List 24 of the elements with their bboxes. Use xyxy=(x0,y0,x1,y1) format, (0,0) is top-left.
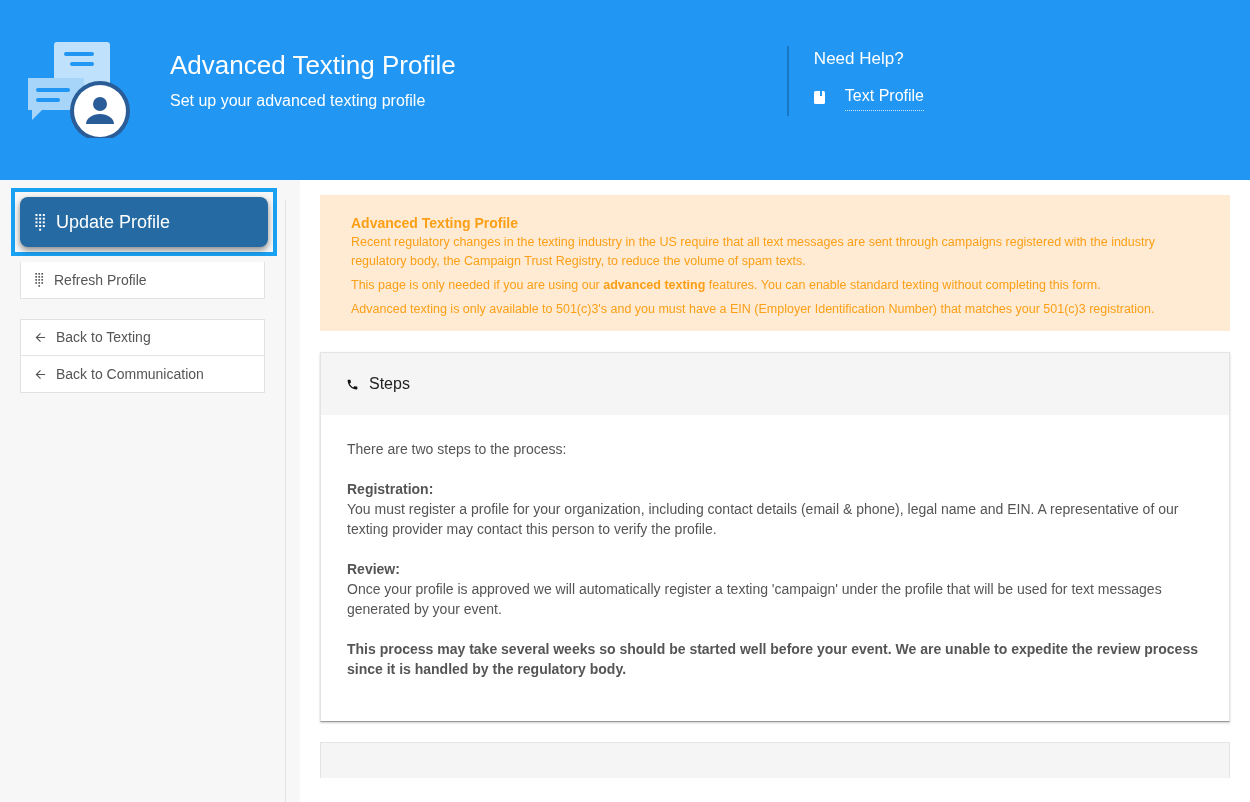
dialpad-icon xyxy=(35,273,44,287)
dialpad-icon xyxy=(35,213,46,231)
panel-title: Steps xyxy=(369,374,410,394)
notice-text: Recent regulatory changes in the texting industry in the US require that all text messages are sent through campaigns registered with the industry regulatory body, the Campaign Trust Registry, to reduce the volume of spam texts. xyxy=(351,234,1156,270)
steps-intro: There are two steps to the process: xyxy=(347,440,568,459)
sidebar-item[interactable]: Refresh Profile xyxy=(20,262,265,299)
arrow-left-icon xyxy=(35,368,46,380)
steps-note: This process may take several weeks so should be started well before your event. We are unable to expedite the review process since it is handled by the regulatory body. xyxy=(347,640,1199,679)
page-title: Advanced Texting Profile xyxy=(170,48,456,82)
help-heading: Need Help? xyxy=(813,48,905,70)
phone-icon xyxy=(346,377,359,391)
arrow-left-icon xyxy=(35,332,46,343)
step-text: Once your profile is approved we will automatically register a texting 'campaign' under the profile that will be used for text messages generated by your event. xyxy=(347,580,1163,619)
notice-text: This page is only needed if you are using our advanced texting features. You can enable standard texting without completing this form. xyxy=(351,277,1102,294)
step-heading: Registration: xyxy=(347,480,435,499)
notice-text: Advanced texting is only available to 501(c)3's and you must have a EIN (Employer Identification Number) that matches your 501(c)3 registration. xyxy=(351,301,1156,318)
step-text: You must register a profile for your organization, including contact details (email & phone), legal name and EIN. A representative of our texting provider may contact this person to verify the profile. xyxy=(347,500,1180,539)
page-subtitle: Set up your advanced texting profile xyxy=(170,91,427,112)
sidebar-item[interactable]: Back to Communication xyxy=(20,356,265,393)
book-icon xyxy=(813,90,825,104)
sidebar-item[interactable]: Back to Texting xyxy=(20,319,265,356)
sidebar-item[interactable]: Update Profile xyxy=(20,197,268,247)
notice-title: Advanced Texting Profile xyxy=(351,214,519,233)
step-heading: Review: xyxy=(347,560,401,579)
